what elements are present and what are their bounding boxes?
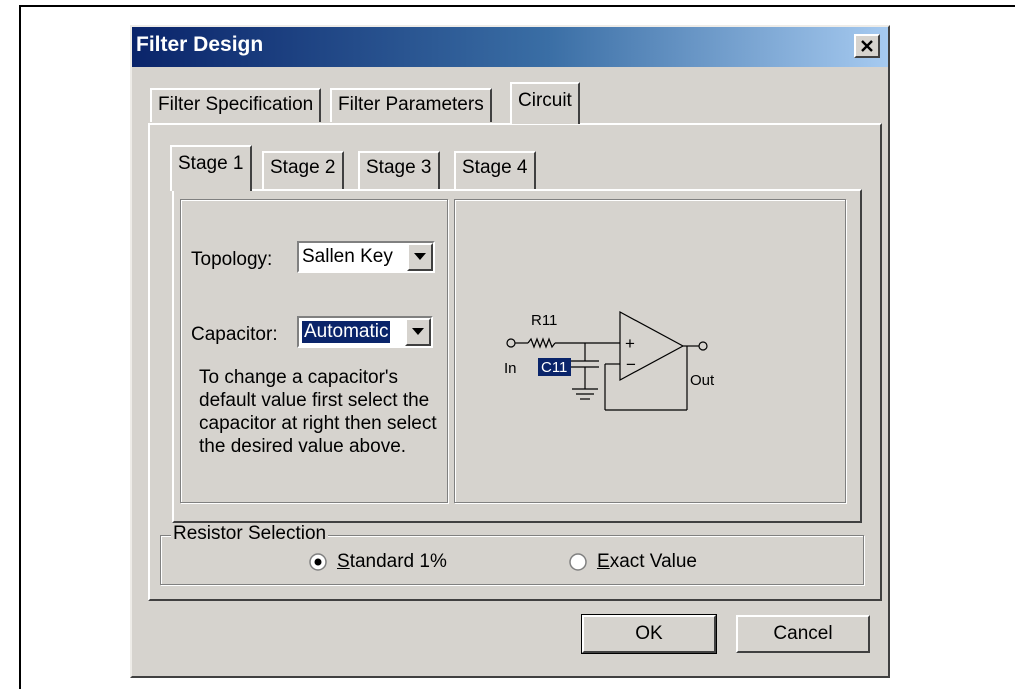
ok-button[interactable]: OK [581, 614, 717, 654]
topology-dropdown-button[interactable] [407, 243, 433, 271]
topology-select[interactable]: Sallen Key [297, 241, 435, 273]
tab-stage-1[interactable]: Stage 1 [170, 145, 252, 191]
tab-stage-4[interactable]: Stage 4 [454, 151, 536, 189]
topology-label: Topology: [191, 249, 273, 270]
circuit-schematic: C11 R11 In Out + − [504, 310, 715, 411]
close-button[interactable] [854, 34, 880, 58]
capacitor-c11-label[interactable]: C11 [541, 359, 567, 376]
stage-1-panel: Topology: Sallen Key Capacitor: Automati… [172, 189, 862, 523]
chevron-down-icon [412, 328, 424, 335]
output-label: Out [690, 372, 715, 389]
settings-box: Topology: Sallen Key Capacitor: Automati… [180, 199, 448, 503]
cancel-button[interactable]: Cancel [736, 615, 870, 653]
capacitor-label: Capacitor: [191, 324, 278, 345]
tab-stage-2[interactable]: Stage 2 [262, 151, 344, 189]
close-icon [861, 40, 873, 52]
tab-filter-specification[interactable]: Filter Specification [150, 88, 322, 122]
input-label: In [504, 360, 517, 377]
window-title: Filter Design [136, 33, 264, 56]
opamp-plus-label: + [625, 334, 635, 353]
opamp-minus-label: − [626, 355, 636, 374]
output-terminal [698, 341, 708, 351]
chevron-down-icon [414, 253, 426, 260]
resistor-selection-legend: Resistor Selection [171, 523, 329, 545]
tab-filter-parameters[interactable]: Filter Parameters [330, 88, 492, 122]
capacitor-help-text: To change a capacitor's default value fi… [199, 367, 437, 457]
resistor-r11-label: R11 [531, 312, 557, 329]
capacitor-value: Automatic [300, 320, 392, 344]
title-bar[interactable]: Filter Design [132, 27, 888, 67]
input-terminal [506, 338, 516, 348]
filter-design-dialog: Filter Design Filter Specification Filte… [130, 25, 890, 678]
resistor-r11[interactable] [527, 337, 556, 349]
schematic-box: C11 R11 In Out + − [454, 199, 846, 503]
radio-exact-value-label[interactable]: Exact Value [597, 551, 697, 573]
tab-circuit[interactable]: Circuit [510, 82, 580, 124]
capacitor-dropdown-button[interactable] [405, 318, 431, 346]
resistor-selection-group: Resistor Selection Standard 1% Exact Val… [160, 523, 864, 585]
capacitor-select[interactable]: Automatic [297, 316, 433, 348]
radio-exact-value[interactable] [569, 553, 587, 571]
topology-value: Sallen Key [302, 246, 393, 267]
tab-stage-3[interactable]: Stage 3 [358, 151, 440, 189]
radio-standard-1pct-label[interactable]: Standard 1% [337, 551, 447, 573]
radio-standard-1pct[interactable] [309, 553, 327, 571]
